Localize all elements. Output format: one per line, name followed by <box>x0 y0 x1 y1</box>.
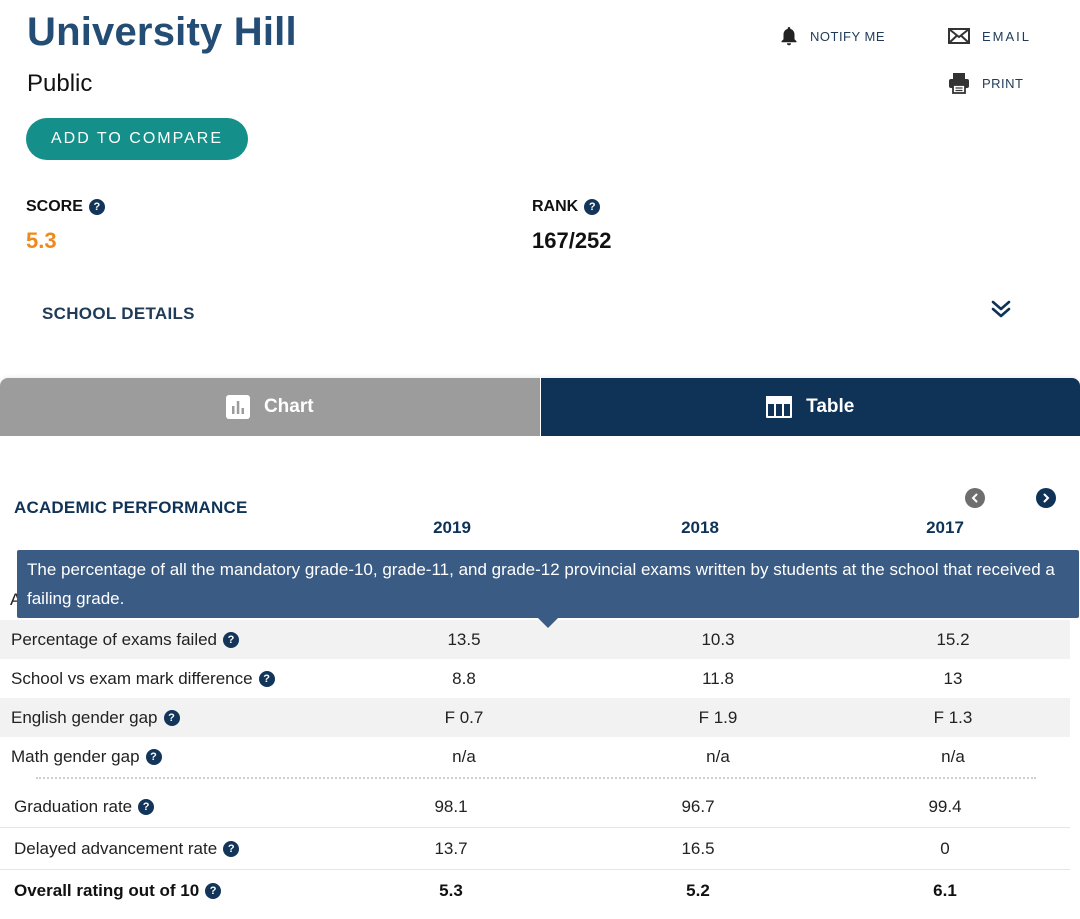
tab-table[interactable]: Table <box>540 378 1080 436</box>
table-cell: 15.2 <box>936 629 970 649</box>
table-row: Math gender gap? n/a n/a n/a <box>0 737 1070 776</box>
help-icon[interactable]: ? <box>223 840 240 857</box>
row-label-text: Math gender gap <box>11 746 140 766</box>
table-icon <box>766 395 793 419</box>
row-label: Overall rating out of 10? <box>14 881 222 901</box>
school-name: University Hill <box>27 10 297 54</box>
print-button[interactable]: PRINT <box>948 72 1024 94</box>
table-row: Graduation rate? 98.1 96.7 99.4 <box>0 786 1070 828</box>
help-icon[interactable]: ? <box>163 709 180 726</box>
table-cell: 0 <box>940 838 950 858</box>
previous-years-button[interactable] <box>965 488 985 508</box>
help-icon[interactable]: ? <box>145 748 162 765</box>
row-label-text: Delayed advancement rate <box>14 838 218 858</box>
table-cell: 13 <box>943 668 963 688</box>
score-label-text: SCORE <box>26 198 83 215</box>
table-cell: 5.3 <box>439 881 463 900</box>
bar-chart-icon <box>225 395 250 419</box>
school-details-toggle[interactable]: SCHOOL DETAILS <box>42 304 195 324</box>
add-to-compare-button[interactable]: ADD TO COMPARE <box>26 118 248 160</box>
row-label: Math gender gap? <box>11 747 162 767</box>
rank-value: 167/252 <box>532 228 612 253</box>
bell-icon <box>780 26 798 46</box>
printer-icon <box>948 72 970 94</box>
view-tabs: Chart Table <box>0 378 1080 436</box>
section-title: ACADEMIC PERFORMANCE <box>14 498 248 517</box>
tab-chart[interactable]: Chart <box>0 378 541 436</box>
table-cell: 6.1 <box>933 881 957 900</box>
table-row: Delayed advancement rate? 13.7 16.5 0 <box>0 828 1070 870</box>
rank-label: RANK ? <box>532 198 601 216</box>
row-label: Delayed advancement rate? <box>14 838 240 859</box>
print-label: PRINT <box>982 75 1024 91</box>
table-cell: 98.1 <box>434 796 468 816</box>
row-label-text: Percentage of exams failed <box>11 629 218 649</box>
table-cell: n/a <box>452 746 476 766</box>
row-label: School vs exam mark difference? <box>11 669 275 689</box>
table-cell: 10.3 <box>701 629 735 649</box>
help-icon[interactable]: ? <box>223 631 240 648</box>
score-value: 5.3 <box>26 228 57 253</box>
help-icon[interactable]: ? <box>584 199 601 215</box>
table-row: Percentage of exams failed? 13.5 10.3 15… <box>0 620 1070 659</box>
table-cell: n/a <box>941 746 965 766</box>
table-cell: 8.8 <box>452 668 476 688</box>
section-divider <box>36 777 1036 779</box>
row-label: Graduation rate? <box>14 796 155 817</box>
score-label: SCORE ? <box>26 198 105 216</box>
row-label-text: Overall rating out of 10 <box>14 881 200 900</box>
table-cell: 96.7 <box>681 796 715 816</box>
table-cell: 5.2 <box>686 881 710 900</box>
table-row-overall: Overall rating out of 10? 5.3 5.2 6.1 <box>0 870 1070 912</box>
row-label: English gender gap? <box>11 708 180 728</box>
help-icon[interactable]: ? <box>205 883 222 899</box>
table-cell: 16.5 <box>681 838 715 858</box>
year-header: 2017 <box>926 518 964 537</box>
table-cell: 13.7 <box>434 838 468 858</box>
double-chevron-down-icon[interactable] <box>990 298 1012 325</box>
tab-chart-label: Chart <box>263 396 314 417</box>
table-cell: F 1.3 <box>933 707 973 727</box>
table-row: School vs exam mark difference? 8.8 11.8… <box>0 659 1070 698</box>
table-row: English gender gap? F 0.7 F 1.9 F 1.3 <box>0 698 1070 737</box>
notify-me-label: NOTIFY ME <box>810 28 886 44</box>
table-cell: F 1.9 <box>698 707 738 727</box>
tooltip-arrow <box>538 618 558 628</box>
table-cell: F 0.7 <box>444 707 484 727</box>
email-button[interactable]: EMAIL <box>948 28 1031 44</box>
year-header: 2018 <box>681 518 719 537</box>
rank-label-text: RANK <box>532 198 579 215</box>
envelope-icon <box>948 28 970 44</box>
row-label-text: English gender gap <box>11 707 158 727</box>
help-icon[interactable]: ? <box>258 670 275 687</box>
table-cell: 11.8 <box>702 668 734 688</box>
table-cell: n/a <box>706 746 730 766</box>
performance-panel: Chart Table ACADEMIC PERFORMANCE 2019 20… <box>0 378 1080 919</box>
help-tooltip: The percentage of all the mandatory grad… <box>17 550 1079 618</box>
help-icon[interactable]: ? <box>138 798 155 815</box>
table-cell: 13.5 <box>447 629 481 649</box>
next-years-button[interactable] <box>1036 488 1056 508</box>
row-label: Percentage of exams failed? <box>11 629 240 650</box>
table-cell: 99.4 <box>928 796 962 816</box>
help-icon[interactable]: ? <box>88 199 105 215</box>
year-header: 2019 <box>433 518 471 537</box>
school-type: Public <box>27 70 93 97</box>
row-label-text: School vs exam mark difference <box>11 668 253 688</box>
notify-me-button[interactable]: NOTIFY ME <box>780 26 885 46</box>
tab-table-label: Table <box>806 396 855 417</box>
row-label-text: Graduation rate <box>14 796 133 816</box>
email-label: EMAIL <box>982 28 1032 44</box>
